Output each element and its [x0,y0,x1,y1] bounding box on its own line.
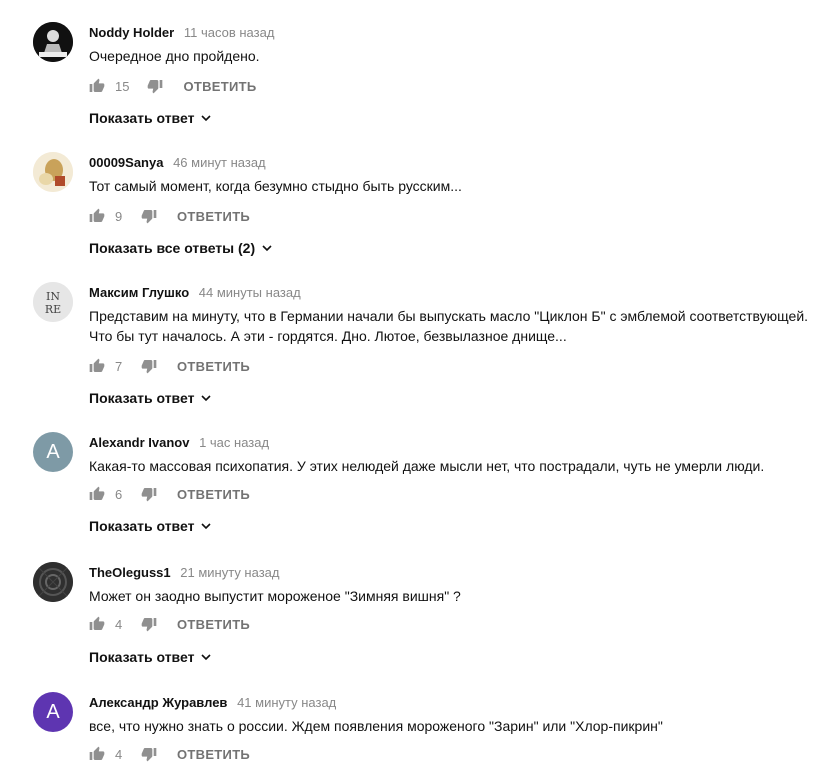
comment: A Alexandr Ivanov 1 час назад Какая-то м… [0,410,831,540]
reply-button[interactable]: ОТВЕТИТЬ [177,359,250,374]
chevron-down-icon [201,395,212,402]
avatar-letter: A [46,700,60,723]
show-replies-button[interactable]: Показать все ответы (2) [89,240,273,256]
reply-button[interactable]: ОТВЕТИТЬ [177,617,250,632]
comment-time[interactable]: 41 минуту назад [237,695,336,710]
avatar-letter: A [46,440,60,463]
avatar[interactable] [33,562,73,602]
like-count: 6 [115,486,123,502]
show-replies-label: Показать все ответы (2) [89,240,256,256]
comment-author[interactable]: Максим Глушко [89,285,189,300]
thumbs-down-icon[interactable] [141,208,157,224]
thumbs-down-icon[interactable] [141,358,157,374]
like-count: 15 [115,78,130,94]
comment-author[interactable]: Александр Журавлев [89,695,227,710]
like-count: 4 [115,616,123,632]
thumbs-down-icon[interactable] [141,486,157,502]
thumbs-down-icon[interactable] [141,616,157,632]
chevron-down-icon [201,523,212,530]
comment-author[interactable]: Alexandr Ivanov [89,435,189,450]
show-replies-button[interactable]: Показать ответ [89,110,212,126]
comment-text: Тот самый момент, когда безумно стыдно б… [89,178,462,194]
comment-time[interactable]: 21 минуту назад [180,565,279,580]
like-count: 4 [115,746,123,762]
comment-text: Может он заодно выпустит мороженое "Зимн… [89,588,461,604]
chevron-down-icon [201,654,212,661]
comment-time[interactable]: 1 час назад [199,435,269,450]
thumbs-up-icon[interactable] [89,208,105,224]
reply-button[interactable]: ОТВЕТИТЬ [183,79,256,94]
avatar-pattern-icon [33,562,73,602]
thumbs-down-icon[interactable] [147,78,163,94]
comment-time[interactable]: 11 часов назад [184,25,275,40]
comment: A Александр Журавлев 41 минуту назад все… [0,670,831,780]
thumbs-up-icon[interactable] [89,746,105,762]
show-replies-label: Показать ответ [89,390,195,406]
show-replies-button[interactable]: Показать ответ [89,390,212,406]
comment: 00009Sanya 46 минут назад Тот самый моме… [0,130,831,260]
thumbs-up-icon[interactable] [89,616,105,632]
comment: IN RE Максим Глушко 44 минуты назад Пред… [0,260,831,410]
avatar[interactable]: IN RE [33,282,73,322]
avatar[interactable]: A [33,692,73,732]
comment-text: Представим на минуту, что в Германии нач… [89,308,809,344]
show-replies-label: Показать ответ [89,518,195,534]
thumbs-up-icon[interactable] [89,486,105,502]
comment-time[interactable]: 44 минуты назад [199,285,301,300]
like-count: 7 [115,358,123,374]
reply-button[interactable]: ОТВЕТИТЬ [177,209,250,224]
avatar[interactable]: A [33,432,73,472]
show-replies-label: Показать ответ [89,110,195,126]
thumbs-up-icon[interactable] [89,358,105,374]
show-replies-button[interactable]: Показать ответ [89,518,212,534]
comment-text: все, что нужно знать о россии. Ждем появ… [89,718,663,734]
like-count: 9 [115,208,123,224]
chevron-down-icon [262,245,272,252]
avatar-logo-icon: IN RE [33,282,73,322]
comment-author[interactable]: Noddy Holder [89,25,174,40]
reply-button[interactable]: ОТВЕТИТЬ [177,747,250,762]
avatar-photo-icon [33,22,73,62]
show-replies-label: Показать ответ [89,649,195,665]
avatar[interactable] [33,22,73,62]
svg-text:RE: RE [45,303,61,316]
show-replies-button[interactable]: Показать ответ [89,649,212,665]
comment-text: Какая-то массовая психопатия. У этих нел… [89,458,765,474]
comment-text: Очередное дно пройдено. [89,48,260,64]
svg-text:IN: IN [46,290,60,303]
thumbs-up-icon[interactable] [89,78,105,94]
comment-author[interactable]: TheOleguss1 [89,565,171,580]
comment: Noddy Holder 11 часов назад Очередное дн… [0,0,831,130]
chevron-down-icon [201,115,212,122]
comment-author[interactable]: 00009Sanya [89,155,163,170]
comment-time[interactable]: 46 минут назад [173,155,266,170]
thumbs-down-icon[interactable] [141,746,157,762]
avatar[interactable] [33,152,73,192]
comment: TheOleguss1 21 минуту назад Может он зао… [0,540,831,670]
avatar-photo-icon [33,152,73,192]
reply-button[interactable]: ОТВЕТИТЬ [177,487,250,502]
